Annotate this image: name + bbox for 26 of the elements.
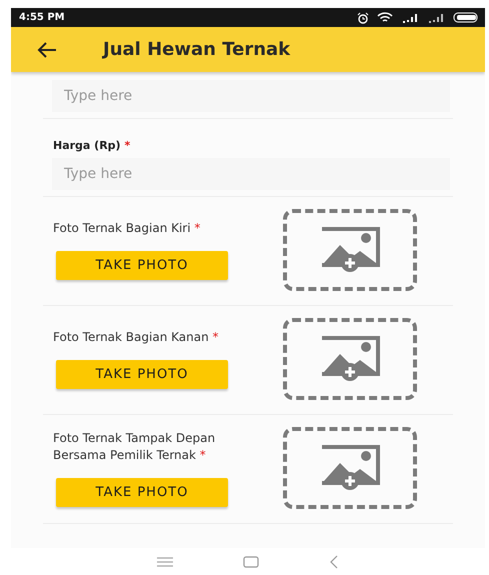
page-title: Jual Hewan Ternak <box>103 39 290 60</box>
battery-icon <box>453 12 479 23</box>
photo-label: Foto Ternak Tampak Depan Bersama Pemilik Ternak * <box>53 430 216 464</box>
menu-icon[interactable] <box>157 556 173 566</box>
field-label: Harga (Rp) * <box>53 139 132 152</box>
photo-label: Foto Ternak Bagian Kiri * <box>53 220 202 237</box>
input-field[interactable]: Type here <box>52 80 450 112</box>
photo-drop-zone[interactable] <box>283 209 417 291</box>
wifi-icon <box>377 12 393 23</box>
back-icon[interactable] <box>329 554 339 568</box>
take-photo-button[interactable]: TAKE PHOTO <box>56 478 228 506</box>
home-icon[interactable] <box>243 556 259 568</box>
status-time: 4:55 PM <box>19 12 65 23</box>
add-image-icon <box>320 336 380 382</box>
add-image-icon <box>320 227 380 273</box>
alarm-icon <box>357 12 369 24</box>
photo-drop-zone[interactable] <box>283 427 417 509</box>
signal-icon <box>427 12 445 22</box>
photo-label: Foto Ternak Bagian Kanan * <box>53 329 220 346</box>
photo-drop-zone[interactable] <box>283 318 417 400</box>
take-photo-button[interactable]: TAKE PHOTO <box>56 360 228 389</box>
take-photo-button[interactable]: TAKE PHOTO <box>56 251 228 280</box>
add-image-icon <box>320 445 380 491</box>
input-field[interactable]: Type here <box>52 158 450 190</box>
signal-icon <box>401 12 419 22</box>
back-arrow-icon[interactable] <box>37 42 57 58</box>
